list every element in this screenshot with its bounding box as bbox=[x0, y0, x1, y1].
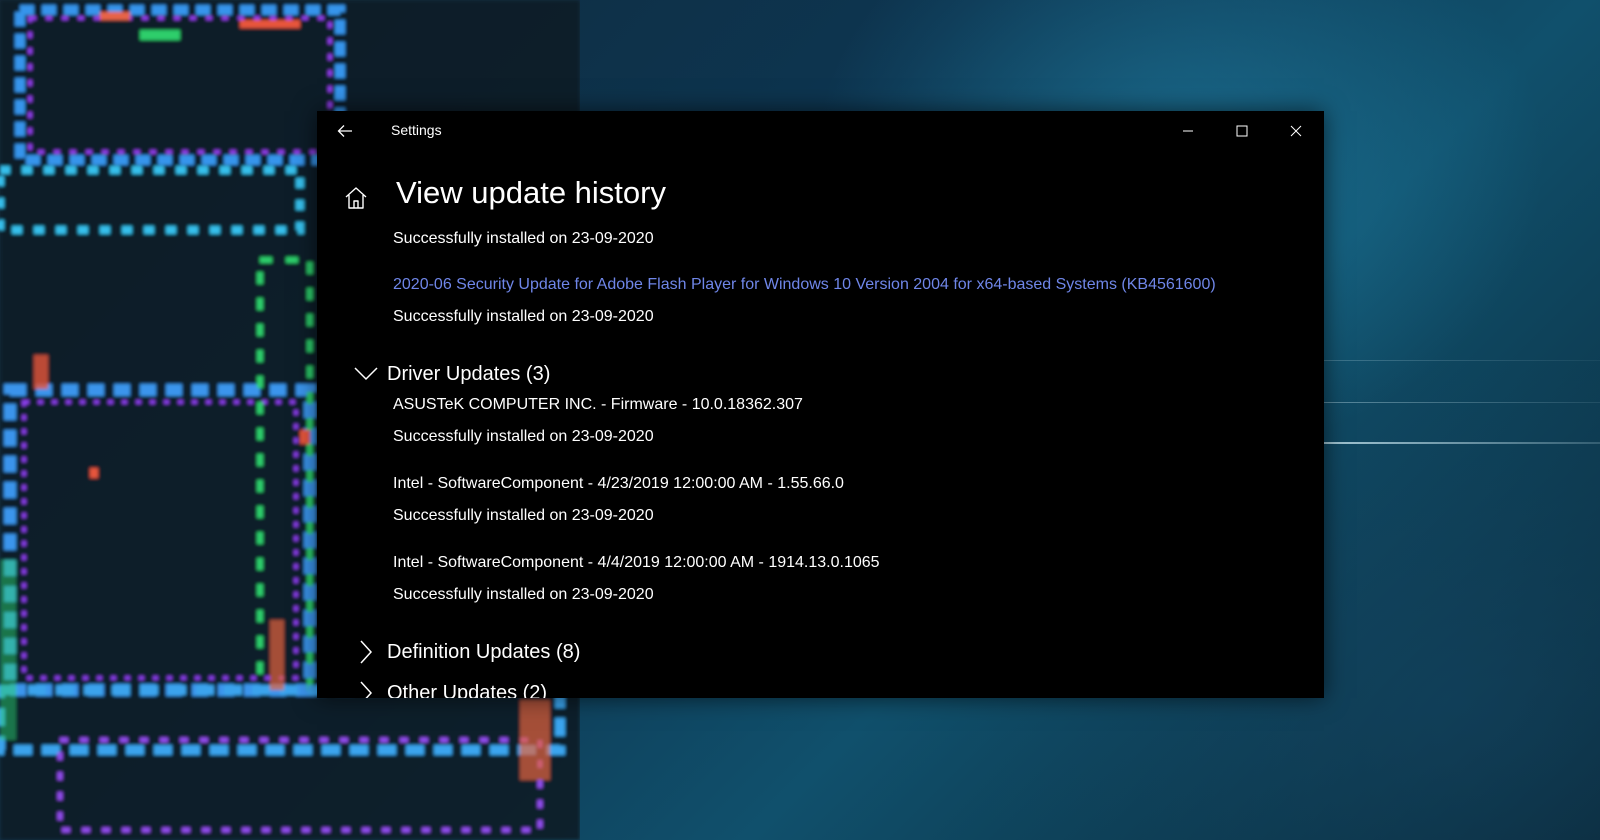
light-beam bbox=[1300, 402, 1600, 403]
home-button[interactable] bbox=[343, 185, 369, 211]
driver-updates-group-header[interactable]: Driver Updates (3) bbox=[353, 359, 550, 389]
home-icon bbox=[345, 187, 367, 209]
close-button[interactable] bbox=[1273, 111, 1319, 151]
maximize-icon bbox=[1236, 125, 1248, 137]
light-beam bbox=[1300, 442, 1600, 444]
back-arrow-icon bbox=[337, 125, 352, 137]
chevron-right-icon bbox=[353, 639, 379, 665]
minimize-icon bbox=[1183, 130, 1193, 132]
app-title: Settings bbox=[391, 122, 442, 138]
page-header: View update history bbox=[317, 175, 1324, 223]
maximize-button[interactable] bbox=[1219, 111, 1265, 151]
definition-updates-label: Definition Updates (8) bbox=[387, 640, 581, 663]
light-beam bbox=[1300, 360, 1600, 361]
back-button[interactable] bbox=[325, 115, 365, 147]
driver-updates-label: Driver Updates (3) bbox=[387, 362, 551, 385]
page-title: View update history bbox=[396, 175, 666, 210]
chevron-down-icon bbox=[353, 361, 379, 387]
update-status: Successfully installed on 23-09-2020 bbox=[393, 507, 654, 524]
update-history-list: Successfully installed on 23-09-2020 202… bbox=[317, 223, 1324, 698]
update-status: Successfully installed on 23-09-2020 bbox=[393, 586, 654, 603]
definition-updates-group-header[interactable]: Definition Updates (8) bbox=[353, 637, 580, 667]
update-item-title: Intel - SoftwareComponent - 4/4/2019 12:… bbox=[393, 554, 880, 571]
chevron-right-icon bbox=[353, 680, 379, 698]
update-status: Successfully installed on 23-09-2020 bbox=[393, 428, 654, 445]
other-updates-group-header[interactable]: Other Updates (2) bbox=[353, 678, 547, 698]
settings-window: Settings View update history Successfull… bbox=[317, 111, 1324, 698]
update-status: Successfully installed on 23-09-2020 bbox=[393, 308, 654, 325]
update-item-title: Intel - SoftwareComponent - 4/23/2019 12… bbox=[393, 475, 844, 492]
other-updates-label: Other Updates (2) bbox=[387, 681, 548, 699]
close-icon bbox=[1290, 125, 1302, 137]
update-status: Successfully installed on 23-09-2020 bbox=[393, 230, 654, 247]
update-item-title: ASUSTeK COMPUTER INC. - Firmware - 10.0.… bbox=[393, 396, 803, 413]
title-bar: Settings bbox=[317, 111, 1324, 151]
update-link[interactable]: 2020-06 Security Update for Adobe Flash … bbox=[393, 276, 1216, 294]
minimize-button[interactable] bbox=[1165, 111, 1211, 151]
